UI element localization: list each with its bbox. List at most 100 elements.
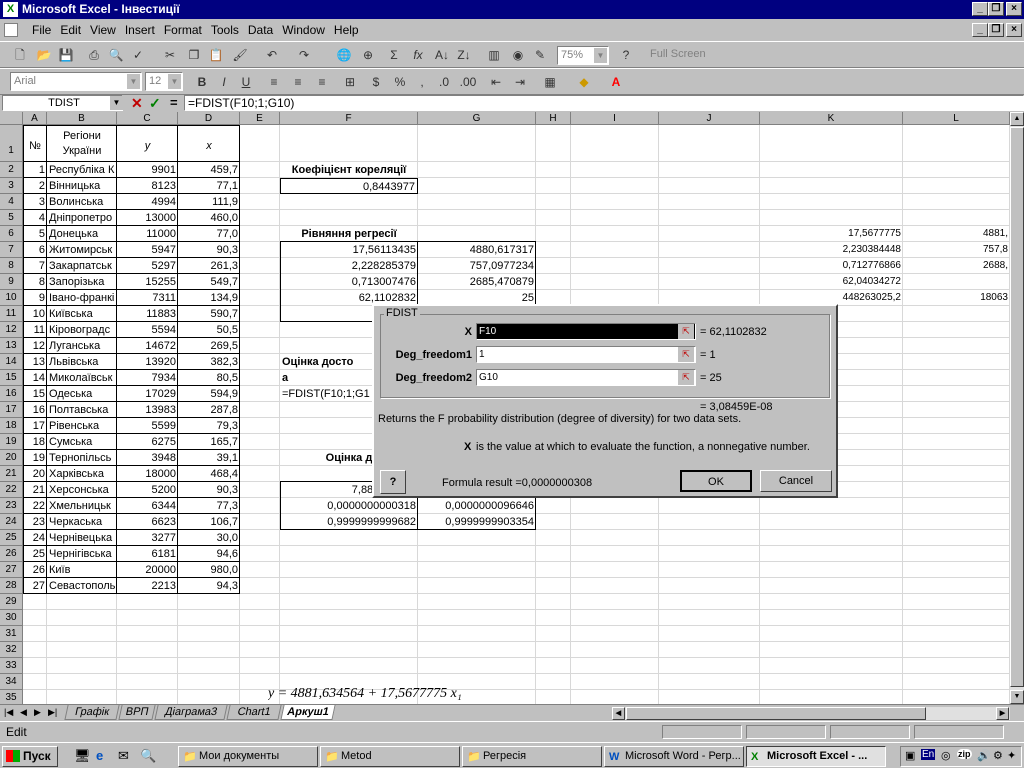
cell[interactable]: Рівняння регресії	[282, 226, 416, 242]
deg-freedom2-input[interactable]: G10	[476, 369, 696, 386]
cell-y[interactable]: 7934	[119, 370, 176, 386]
cell-region[interactable]: Одеська	[49, 386, 115, 402]
italic-icon[interactable]: I	[214, 73, 234, 91]
row-header[interactable]: 11	[0, 306, 23, 322]
cell-y[interactable]: 5947	[119, 242, 176, 258]
redo-icon[interactable]: ↷	[294, 46, 314, 64]
borders-icon[interactable]: ▦	[540, 73, 560, 91]
cell-y[interactable]: 20000	[119, 562, 176, 578]
comma-icon[interactable]: ,	[412, 73, 432, 91]
copy-icon[interactable]: ❐	[184, 46, 204, 64]
cell-y[interactable]: 6181	[119, 546, 176, 562]
quick-launch-outlook-icon[interactable]: ✉	[118, 748, 129, 764]
row-header[interactable]: 26	[0, 546, 23, 562]
sheet-tab-1[interactable]: ВРП	[118, 705, 156, 720]
taskbar-item-0[interactable]: 📁 Мои документы	[178, 746, 318, 767]
formula-input[interactable]: =FDIST(F10;1;G10)	[184, 95, 1024, 111]
row-header[interactable]: 13	[0, 338, 23, 354]
cell-num[interactable]: 17	[25, 418, 45, 434]
chevron-down-icon[interactable]: ▼	[127, 74, 140, 89]
cell-region[interactable]: Закарпатськ	[49, 258, 115, 274]
cell-k[interactable]: 62,04034272	[762, 274, 901, 290]
hyperlink-icon[interactable]: 🌐	[334, 46, 354, 64]
last-sheet-icon[interactable]: ▶|	[48, 707, 57, 718]
row-header[interactable]: 10	[0, 290, 23, 306]
cell-region[interactable]: Миколаївськ	[49, 370, 115, 386]
column-header-J[interactable]: J	[659, 112, 760, 125]
cell-region[interactable]: Луганська	[49, 338, 115, 354]
menu-view[interactable]: View	[90, 23, 116, 37]
cell-num[interactable]: 26	[25, 562, 45, 578]
cell-l[interactable]: 18063	[905, 290, 1008, 306]
cell-x[interactable]: 77,3	[180, 498, 238, 514]
font-box[interactable]: Arial ▼	[10, 72, 142, 91]
cell-estimate[interactable]: 0,0000000000318	[282, 498, 416, 514]
row-header[interactable]: 16	[0, 386, 23, 402]
cell-y[interactable]: 11883	[119, 306, 176, 322]
row-header[interactable]: 14	[0, 354, 23, 370]
row-header[interactable]: 2	[0, 162, 23, 178]
cell-num[interactable]: 11	[25, 322, 45, 338]
cell-region[interactable]: Черкаська	[49, 514, 115, 530]
paste-icon[interactable]: 📋	[206, 46, 226, 64]
row-header[interactable]: 9	[0, 274, 23, 290]
equals-icon[interactable]: =	[170, 95, 178, 111]
fill-color-icon[interactable]: ◆	[574, 73, 594, 91]
currency-icon[interactable]: $	[366, 73, 386, 91]
cell-y[interactable]: 13920	[119, 354, 176, 370]
tray-icon[interactable]: ▣	[905, 749, 915, 762]
zip-icon[interactable]: zip	[957, 749, 972, 759]
ok-button[interactable]: OK	[680, 470, 752, 492]
cancel-icon[interactable]: ✕	[131, 95, 143, 111]
cell-x[interactable]: 30,0	[180, 530, 238, 546]
cell-y[interactable]: 5297	[119, 258, 176, 274]
cell-region[interactable]: Волинська	[49, 194, 115, 210]
cell-y[interactable]: 4994	[119, 194, 176, 210]
prev-sheet-icon[interactable]: ◀	[20, 707, 27, 718]
cell-region[interactable]: Рівенська	[49, 418, 115, 434]
cell-x[interactable]: 50,5	[180, 322, 238, 338]
paste-function-icon[interactable]: fx	[408, 46, 428, 64]
scroll-left-icon[interactable]: ◀	[612, 707, 625, 720]
cell-k[interactable]: 17,5677775	[762, 226, 901, 242]
h-scroll-thumb[interactable]	[626, 707, 926, 720]
cell-x[interactable]: 106,7	[180, 514, 238, 530]
quick-launch-desktop-icon[interactable]: 🖥	[74, 748, 91, 764]
cell-y[interactable]: 6275	[119, 434, 176, 450]
cell-num[interactable]: 10	[25, 306, 45, 322]
cell-region[interactable]: Запорізька	[49, 274, 115, 290]
row-header[interactable]: 7	[0, 242, 23, 258]
cell-x[interactable]: 90,3	[180, 242, 238, 258]
new-icon[interactable]: 🗋	[10, 46, 30, 64]
taskbar-item-2[interactable]: 📁 Регресія	[462, 746, 602, 767]
restore-button[interactable]: ❐	[988, 2, 1004, 16]
row-header[interactable]: 28	[0, 578, 23, 594]
menu-window[interactable]: Window	[282, 23, 325, 37]
cell-num[interactable]: 12	[25, 338, 45, 354]
cell-num[interactable]: 27	[25, 578, 45, 594]
autosum-icon[interactable]: Σ	[384, 46, 404, 64]
align-center-icon[interactable]: ≡	[288, 73, 308, 91]
map-icon[interactable]: ◉	[508, 46, 528, 64]
cell-x[interactable]: 134,9	[180, 290, 238, 306]
cell-region[interactable]: Дніпропетро	[49, 210, 115, 226]
cell-y[interactable]: 13000	[119, 210, 176, 226]
cell-x[interactable]: 111,9	[180, 194, 238, 210]
cell-k[interactable]: 2,230384448	[762, 242, 901, 258]
decrease-decimal-icon[interactable]: .00	[458, 73, 478, 91]
scroll-thumb[interactable]	[1010, 127, 1024, 687]
cell-estimate[interactable]: 0,9999999999682	[282, 514, 416, 530]
cell-num[interactable]: 7	[25, 258, 45, 274]
cell-num[interactable]: 24	[25, 530, 45, 546]
zoom-box[interactable]: 75% ▼	[557, 46, 609, 65]
sheet-tab-0[interactable]: Графік	[64, 705, 120, 720]
cell-l[interactable]: 757,8	[905, 242, 1008, 258]
underline-icon[interactable]: U	[236, 73, 256, 91]
cell-x[interactable]: 79,3	[180, 418, 238, 434]
cell-estimate[interactable]: 0,0000000096646	[420, 498, 534, 514]
column-header-G[interactable]: G	[418, 112, 536, 125]
cell-num[interactable]: 9	[25, 290, 45, 306]
align-right-icon[interactable]: ≡	[312, 73, 332, 91]
row-header[interactable]: 21	[0, 466, 23, 482]
sheet-tab-3[interactable]: Chart1	[226, 705, 282, 720]
